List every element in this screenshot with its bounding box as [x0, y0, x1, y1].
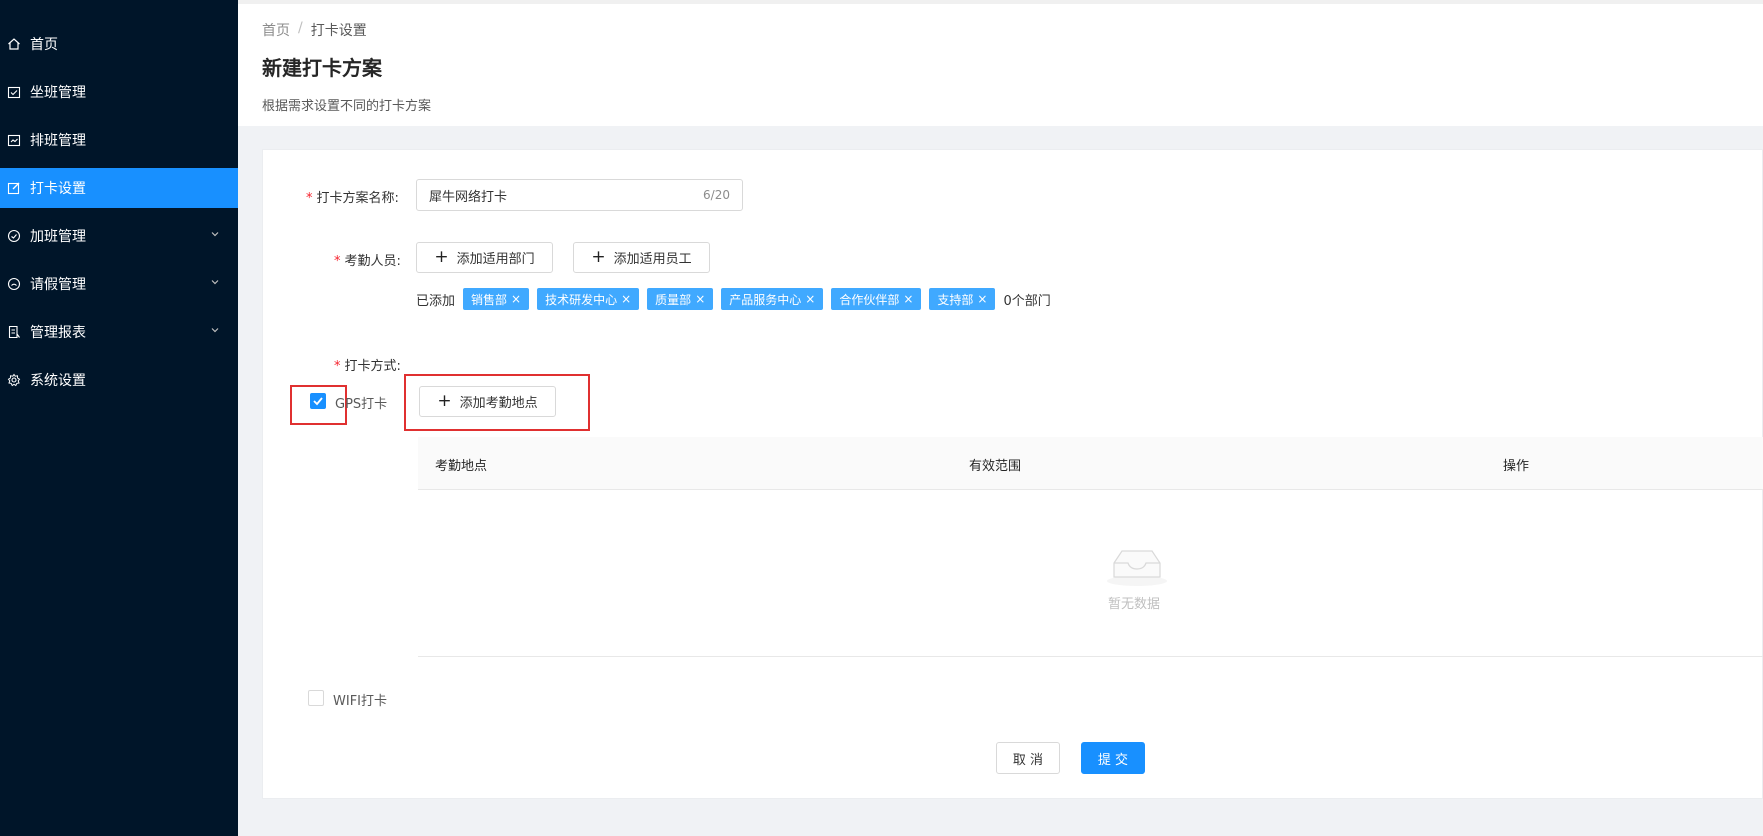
department-tag: 合作伙伴部 × [831, 288, 922, 310]
page-header: 首页 / 打卡设置 新建打卡方案 根据需求设置不同的打卡方案 [238, 0, 1763, 126]
empty-inbox-icon [1107, 550, 1167, 586]
cancel-button[interactable]: 取 消 [996, 742, 1060, 774]
sidebar-item-label: 坐班管理 [30, 85, 86, 101]
add-location-button[interactable]: + 添加考勤地点 [419, 386, 556, 417]
plan-name-input[interactable]: 犀牛网络打卡 6/20 [416, 179, 743, 211]
calendar-check-icon [6, 84, 22, 100]
department-tag: 销售部 × [463, 288, 530, 310]
close-icon[interactable]: × [903, 292, 913, 306]
column-range: 有效范围 [969, 459, 1022, 474]
column-actions: 操作 [1503, 459, 1530, 474]
method-field-label: * 打卡方式: [334, 359, 401, 374]
plus-icon: + [434, 247, 449, 267]
plus-icon: + [591, 247, 606, 267]
added-departments-row: 已添加 销售部 × 技术研发中心 × 质量部 × 产品服务中心 × 合作伙伴部 × 支持部… [416, 287, 1051, 311]
department-tag: 质量部 × [647, 288, 714, 310]
page-title: 新建打卡方案 [262, 56, 382, 80]
sidebar-item-label: 排班管理 [30, 133, 86, 149]
sidebar: 首页 坐班管理 排班管理 打卡设置 加班管理 请假管理 管理报表 系统设置 [0, 0, 238, 836]
breadcrumb-current: 打卡设置 [310, 23, 367, 39]
sidebar-item-schedule[interactable]: 排班管理 [0, 120, 238, 160]
chevron-down-icon [211, 328, 219, 333]
wifi-label[interactable]: WIFI打卡 [333, 690, 387, 709]
sidebar-item-overtime[interactable]: 加班管理 [0, 216, 238, 256]
column-location: 考勤地点 [435, 459, 488, 474]
add-employee-button[interactable]: + 添加适用员工 [573, 242, 710, 273]
table-header: 考勤地点 有效范围 操作 [418, 437, 1763, 490]
table-empty-state: 暂无数据 [418, 490, 1763, 657]
empty-text: 暂无数据 [1108, 597, 1161, 612]
sidebar-item-label: 系统设置 [30, 373, 86, 389]
sidebar-item-label: 管理报表 [30, 325, 86, 341]
breadcrumb-separator: / [298, 20, 303, 36]
sidebar-item-clock-settings[interactable]: 打卡设置 [0, 168, 238, 208]
clock-icon [6, 228, 22, 244]
sidebar-item-system[interactable]: 系统设置 [0, 360, 238, 400]
close-icon[interactable]: × [621, 292, 631, 306]
breadcrumb-home[interactable]: 首页 [262, 20, 290, 40]
plan-name-value: 犀牛网络打卡 [429, 189, 508, 205]
schedule-icon [6, 132, 22, 148]
sidebar-item-label: 首页 [30, 37, 58, 53]
home-icon [6, 36, 22, 52]
close-icon[interactable]: × [805, 292, 815, 306]
name-field-label: * 打卡方案名称: [306, 191, 399, 206]
sidebar-item-leave[interactable]: 请假管理 [0, 264, 238, 304]
gps-label[interactable]: GPS打卡 [335, 393, 387, 412]
wifi-checkbox[interactable] [308, 690, 324, 706]
department-count: 0个部门 [1003, 293, 1051, 309]
smile-icon [6, 276, 22, 292]
sidebar-item-reports[interactable]: 管理报表 [0, 312, 238, 352]
plus-icon: + [437, 391, 452, 411]
sidebar-item-label: 打卡设置 [30, 181, 86, 197]
breadcrumb: 首页 / 打卡设置 [262, 20, 367, 40]
sidebar-item-office[interactable]: 坐班管理 [0, 72, 238, 112]
gear-icon [6, 372, 22, 388]
close-icon[interactable]: × [695, 292, 705, 306]
close-icon[interactable]: × [511, 292, 521, 306]
staff-field-label: * 考勤人员: [334, 254, 401, 269]
report-icon [6, 324, 22, 340]
chevron-down-icon [211, 280, 219, 285]
department-tag: 支持部 × [929, 288, 996, 310]
sidebar-item-home[interactable]: 首页 [0, 24, 238, 64]
location-table: 考勤地点 有效范围 操作 暂无数据 [418, 437, 1763, 657]
add-department-button[interactable]: + 添加适用部门 [416, 242, 553, 273]
edit-icon [6, 180, 22, 196]
sidebar-item-label: 加班管理 [30, 229, 86, 245]
char-count: 6/20 [703, 188, 730, 202]
check-icon [313, 397, 323, 406]
submit-button[interactable]: 提 交 [1081, 742, 1145, 774]
page-description: 根据需求设置不同的打卡方案 [262, 99, 432, 114]
close-icon[interactable]: × [977, 292, 987, 306]
chevron-down-icon [211, 232, 219, 237]
department-tag: 产品服务中心 × [721, 288, 824, 310]
added-label: 已添加 [416, 293, 456, 309]
sidebar-item-label: 请假管理 [30, 277, 86, 293]
department-tag: 技术研发中心 × [537, 288, 640, 310]
gps-checkbox[interactable] [310, 393, 326, 409]
